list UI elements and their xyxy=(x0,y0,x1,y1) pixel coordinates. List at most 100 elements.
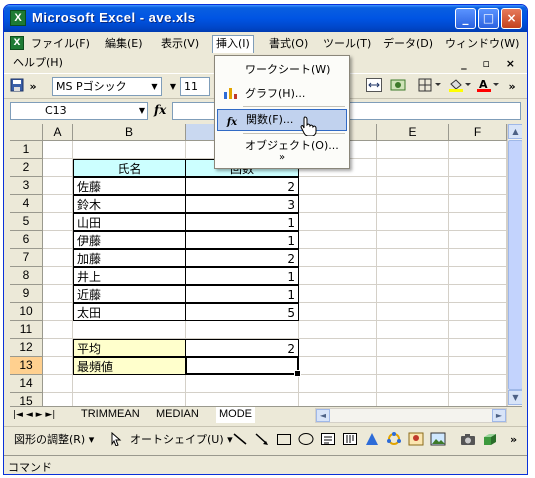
menu-file[interactable]: ファイル(F) xyxy=(28,35,93,53)
menu-view[interactable]: 表示(V) xyxy=(158,35,202,53)
scroll-up-icon[interactable]: ▲ xyxy=(508,124,522,139)
cell-c3[interactable]: 2 xyxy=(185,177,299,195)
sheet-tab-trimmean[interactable]: TRIMMEAN xyxy=(78,407,143,423)
cell-c10[interactable]: 5 xyxy=(185,303,299,321)
save-icon[interactable] xyxy=(10,78,24,95)
wordart-icon[interactable] xyxy=(364,432,382,448)
cell-b13[interactable]: 最頻値 xyxy=(73,357,186,375)
row-header-9[interactable]: 9 xyxy=(10,285,43,303)
toolbar-overflow-icon[interactable]: » xyxy=(506,78,518,95)
merge-center-icon[interactable] xyxy=(366,78,382,95)
oval-icon[interactable] xyxy=(298,432,316,448)
vertical-scrollbar[interactable]: ▲ ▼ xyxy=(507,124,522,406)
row-header-8[interactable]: 8 xyxy=(10,267,43,285)
arrow-icon[interactable] xyxy=(254,432,272,448)
cell-b2[interactable]: 氏名 xyxy=(73,159,186,177)
menu-window[interactable]: ウィンドウ(W) xyxy=(442,35,522,53)
camera-icon[interactable] xyxy=(460,432,478,448)
cell-b9[interactable]: 近藤 xyxy=(73,285,186,303)
cell-b7[interactable]: 加藤 xyxy=(73,249,186,267)
column-header-f[interactable]: F xyxy=(449,124,507,141)
menu-item-function[interactable]: fx 関数(F)... xyxy=(217,109,347,131)
document-icon[interactable]: X xyxy=(10,36,24,50)
vertical-textbox-icon[interactable] xyxy=(342,432,360,448)
minimize-button[interactable]: _ xyxy=(455,8,476,29)
clipart-icon[interactable] xyxy=(408,432,426,448)
row-header-2[interactable]: 2 xyxy=(10,159,43,177)
excel-app-icon[interactable]: X xyxy=(10,10,26,26)
diagram-icon[interactable] xyxy=(386,432,404,448)
insert-function-icon[interactable]: fx xyxy=(154,103,166,117)
menu-data[interactable]: データ(D) xyxy=(380,35,436,53)
cell-b5[interactable]: 山田 xyxy=(73,213,186,231)
cell-c6[interactable]: 1 xyxy=(185,231,299,249)
picture-icon[interactable] xyxy=(430,432,448,448)
menu-edit[interactable]: 編集(E) xyxy=(102,35,146,53)
row-header-5[interactable]: 5 xyxy=(10,213,43,231)
autoshapes-button[interactable]: オートシェイプ(U) ▾ xyxy=(130,432,233,448)
menu-item-chart[interactable]: グラフ(H)... xyxy=(217,83,347,105)
menu-insert[interactable]: 挿入(I) xyxy=(212,35,254,53)
scroll-down-icon[interactable]: ▼ xyxy=(508,390,522,405)
scroll-thumb[interactable] xyxy=(508,140,522,390)
horizontal-scrollbar[interactable]: ◄ ► xyxy=(315,408,507,423)
menu-tools[interactable]: ツール(T) xyxy=(320,35,374,53)
sheet-tab-mode[interactable]: MODE xyxy=(216,407,255,423)
column-header-a[interactable]: A xyxy=(43,124,73,141)
row-header-7[interactable]: 7 xyxy=(10,249,43,267)
select-all-corner[interactable] xyxy=(10,124,43,141)
scroll-left-icon[interactable]: ◄ xyxy=(316,409,330,422)
row-header-3[interactable]: 3 xyxy=(10,177,43,195)
textbox-icon[interactable] xyxy=(320,432,338,448)
cell-c8[interactable]: 1 xyxy=(185,267,299,285)
row-header-12[interactable]: 12 xyxy=(10,339,43,357)
close-button[interactable]: × xyxy=(501,8,522,29)
borders-icon[interactable] xyxy=(418,78,442,95)
column-header-e[interactable]: E xyxy=(377,124,449,141)
name-box[interactable]: C13 ▼ xyxy=(10,102,148,120)
row-header-13[interactable]: 13 xyxy=(10,357,43,375)
row-header-6[interactable]: 6 xyxy=(10,231,43,249)
row-header-1[interactable]: 1 xyxy=(10,141,43,159)
sheet-nav-icons[interactable]: |◄ ◄ ► ►| xyxy=(13,407,55,423)
chevron-down-icon[interactable]: ▼ xyxy=(148,78,161,95)
cell-b6[interactable]: 伊藤 xyxy=(73,231,186,249)
cell-c5[interactable]: 1 xyxy=(185,213,299,231)
row-header-15[interactable]: 15 xyxy=(10,393,43,406)
rectangle-icon[interactable] xyxy=(276,432,294,448)
title-bar[interactable]: X Microsoft Excel - ave.xls _ □ × xyxy=(4,5,527,32)
cell-c12[interactable]: 2 xyxy=(185,339,299,357)
cell-b12[interactable]: 平均 xyxy=(73,339,186,357)
font-select-arrow-icon[interactable]: ▼ xyxy=(168,78,178,95)
maximize-button[interactable]: □ xyxy=(478,8,499,29)
3d-style-icon[interactable] xyxy=(482,432,500,448)
cell-b3[interactable]: 佐藤 xyxy=(73,177,186,195)
font-name-select[interactable]: MS Pゴシック ▼ xyxy=(52,77,162,96)
cell-b4[interactable]: 鈴木 xyxy=(73,195,186,213)
menu-format[interactable]: 書式(O) xyxy=(266,35,311,53)
chevron-down-icon[interactable]: ▼ xyxy=(139,103,145,119)
menu-help[interactable]: ヘルプ(H) xyxy=(10,54,66,72)
sheet-tab-median[interactable]: MEDIAN xyxy=(153,407,202,423)
currency-icon[interactable] xyxy=(390,78,406,95)
row-header-14[interactable]: 14 xyxy=(10,375,43,393)
font-size-select[interactable]: 11 xyxy=(180,77,210,96)
drawing-overflow-icon[interactable]: » xyxy=(510,432,522,448)
cell-b10[interactable]: 太田 xyxy=(73,303,186,321)
scroll-right-icon[interactable]: ► xyxy=(492,409,506,422)
document-window-controls[interactable]: _ ▫ × xyxy=(461,57,521,70)
draw-adjust-button[interactable]: 図形の調整(R) ▾ xyxy=(14,432,94,448)
line-icon[interactable] xyxy=(232,432,250,448)
column-header-b[interactable]: B xyxy=(73,124,186,141)
select-objects-icon[interactable] xyxy=(110,431,124,448)
cell-c9[interactable]: 1 xyxy=(185,285,299,303)
expand-menu-icon[interactable]: » xyxy=(215,152,349,163)
cell-b8[interactable]: 井上 xyxy=(73,267,186,285)
row-header-4[interactable]: 4 xyxy=(10,195,43,213)
row-header-11[interactable]: 11 xyxy=(10,321,43,339)
active-cell-c13[interactable] xyxy=(185,356,301,377)
font-color-icon[interactable]: A xyxy=(476,78,500,95)
menu-item-worksheet[interactable]: ワークシート(W) xyxy=(217,59,347,81)
cell-c4[interactable]: 3 xyxy=(185,195,299,213)
fill-color-icon[interactable] xyxy=(448,78,472,95)
